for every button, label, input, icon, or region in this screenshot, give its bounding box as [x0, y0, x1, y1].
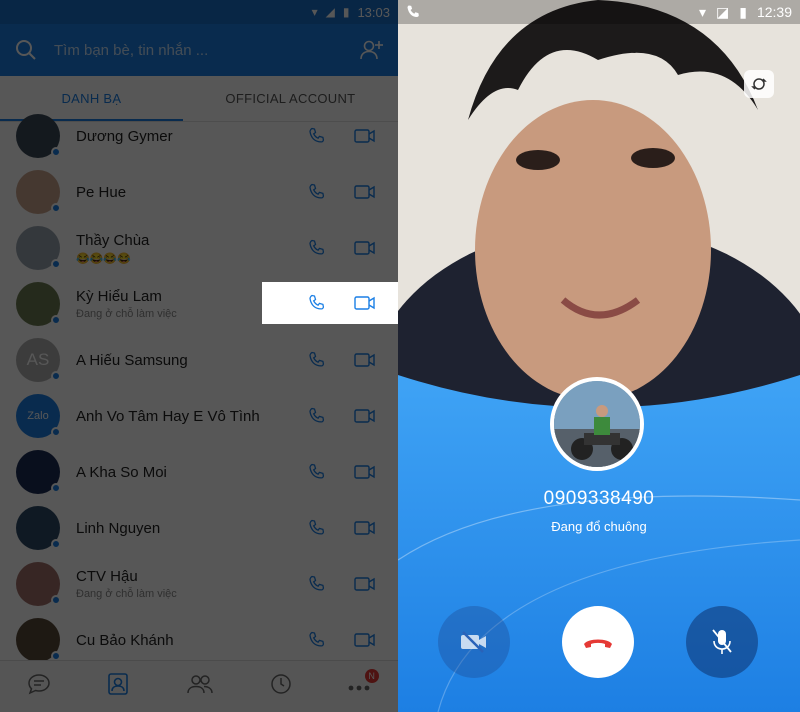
contact-actions	[308, 220, 376, 276]
online-status-dot	[51, 147, 61, 157]
contact-actions	[308, 388, 376, 444]
highlighted-call-actions	[262, 282, 398, 324]
notification-badge: N	[364, 669, 379, 683]
video-call-icon[interactable]	[354, 240, 376, 256]
search-bar[interactable]: Tìm bạn bè, tin nhắn ...	[0, 24, 398, 76]
contact-actions	[308, 500, 376, 556]
contact-list: Dương Gymer Pe Hue Thầy Chùa 😂😂😂😂 Kỳ Hiểu La…	[0, 108, 398, 668]
contact-actions	[308, 164, 376, 220]
status-time: 12:39	[756, 4, 792, 20]
contact-row[interactable]: Zalo Anh Vo Tâm Hay E Vô Tình	[0, 388, 398, 444]
groups-nav-icon[interactable]	[185, 673, 215, 701]
switch-camera-button[interactable]	[744, 70, 774, 98]
video-call-icon[interactable]	[354, 408, 376, 424]
online-status-dot	[51, 483, 61, 493]
mic-off-icon	[712, 629, 732, 654]
video-call-icon[interactable]	[354, 352, 376, 368]
contact-avatar	[16, 170, 61, 214]
voice-call-icon[interactable]	[308, 183, 326, 201]
wifi-icon: ▾	[311, 5, 318, 19]
contacts-screen: ▾ ◢ ▮ 13:03 Tìm bạn bè, tin nhắn ... DAN…	[0, 0, 398, 712]
video-call-icon[interactable]	[354, 464, 376, 480]
video-call-icon[interactable]	[354, 184, 376, 200]
search-icon[interactable]	[14, 39, 38, 61]
video-call-screen: ▾ ◪ ▮ 12:39 0909338490 Đang đổ chuông	[398, 0, 800, 712]
contact-row[interactable]: Dương Gymer	[0, 108, 398, 164]
battery-icon: ▮	[342, 5, 350, 19]
end-call-button[interactable]	[562, 606, 634, 678]
contact-row[interactable]: Thầy Chùa 😂😂😂😂	[0, 220, 398, 276]
voice-call-icon[interactable]	[308, 294, 326, 312]
add-friend-icon[interactable]	[360, 39, 384, 61]
online-status-dot	[51, 539, 61, 549]
toggle-video-button[interactable]	[438, 606, 510, 678]
contact-avatar	[16, 226, 61, 270]
messages-nav-icon[interactable]	[27, 673, 51, 701]
status-time: 13:03	[357, 4, 390, 20]
video-call-icon[interactable]	[354, 520, 376, 536]
contact-actions	[308, 332, 376, 388]
contact-avatar	[16, 114, 61, 158]
no-signal-icon: ◪	[716, 3, 730, 20]
end-call-icon	[584, 639, 612, 648]
toggle-mic-button[interactable]	[686, 606, 758, 678]
contact-row[interactable]: Linh Nguyen	[0, 500, 398, 556]
voice-call-icon[interactable]	[308, 519, 326, 537]
contact-avatar: Zalo	[16, 394, 61, 438]
voice-call-icon[interactable]	[308, 127, 326, 145]
contact-avatar	[16, 562, 61, 606]
contact-avatar	[16, 450, 61, 494]
callee-avatar	[550, 377, 644, 471]
video-call-icon[interactable]	[354, 295, 376, 311]
voice-call-icon[interactable]	[308, 631, 326, 649]
voice-call-icon[interactable]	[308, 239, 326, 257]
online-status-dot	[51, 595, 61, 605]
status-bar: ▾ ◢ ▮ 13:03	[0, 0, 398, 24]
contact-avatar	[16, 618, 61, 662]
video-call-icon[interactable]	[354, 632, 376, 648]
video-call-icon[interactable]	[354, 576, 376, 592]
contact-row[interactable]: A Kha So Moi	[0, 444, 398, 500]
voice-call-icon[interactable]	[308, 463, 326, 481]
voice-call-icon[interactable]	[308, 351, 326, 369]
online-status-dot	[51, 427, 61, 437]
video-off-icon	[461, 631, 486, 653]
online-status-dot	[51, 203, 61, 213]
voice-call-icon[interactable]	[308, 407, 326, 425]
online-status-dot	[51, 259, 61, 269]
battery-icon: ▮	[739, 3, 747, 20]
call-in-progress-icon	[407, 5, 419, 17]
status-bar-call: ▾ ◪ ▮ 12:39	[398, 0, 800, 24]
contact-row[interactable]: CTV Hậu Đang ở chỗ làm việc	[0, 556, 398, 612]
contact-actions	[308, 444, 376, 500]
contact-avatar	[16, 282, 61, 326]
more-nav-icon[interactable]: N	[347, 669, 379, 698]
contacts-nav-icon[interactable]	[106, 672, 130, 702]
call-status-text: Đang đổ chuông	[551, 519, 647, 534]
contact-actions	[308, 556, 376, 612]
callee-phone-number: 0909338490	[543, 488, 655, 509]
contact-row[interactable]: AS A Hiếu Samsung	[0, 332, 398, 388]
video-call-icon[interactable]	[354, 128, 376, 144]
contact-row[interactable]: Pe Hue	[0, 164, 398, 220]
contact-actions	[308, 108, 376, 164]
wifi-icon: ▾	[698, 3, 706, 20]
voice-call-icon[interactable]	[308, 575, 326, 593]
contact-avatar: AS	[16, 338, 61, 382]
signal-icon: ◢	[325, 5, 335, 19]
search-input[interactable]: Tìm bạn bè, tin nhắn ...	[54, 42, 344, 59]
contact-avatar	[16, 506, 61, 550]
online-status-dot	[51, 315, 61, 325]
bottom-navigation: N	[0, 660, 398, 712]
switch-camera-icon	[751, 78, 767, 90]
online-status-dot	[51, 371, 61, 381]
timeline-nav-icon[interactable]	[270, 673, 292, 701]
